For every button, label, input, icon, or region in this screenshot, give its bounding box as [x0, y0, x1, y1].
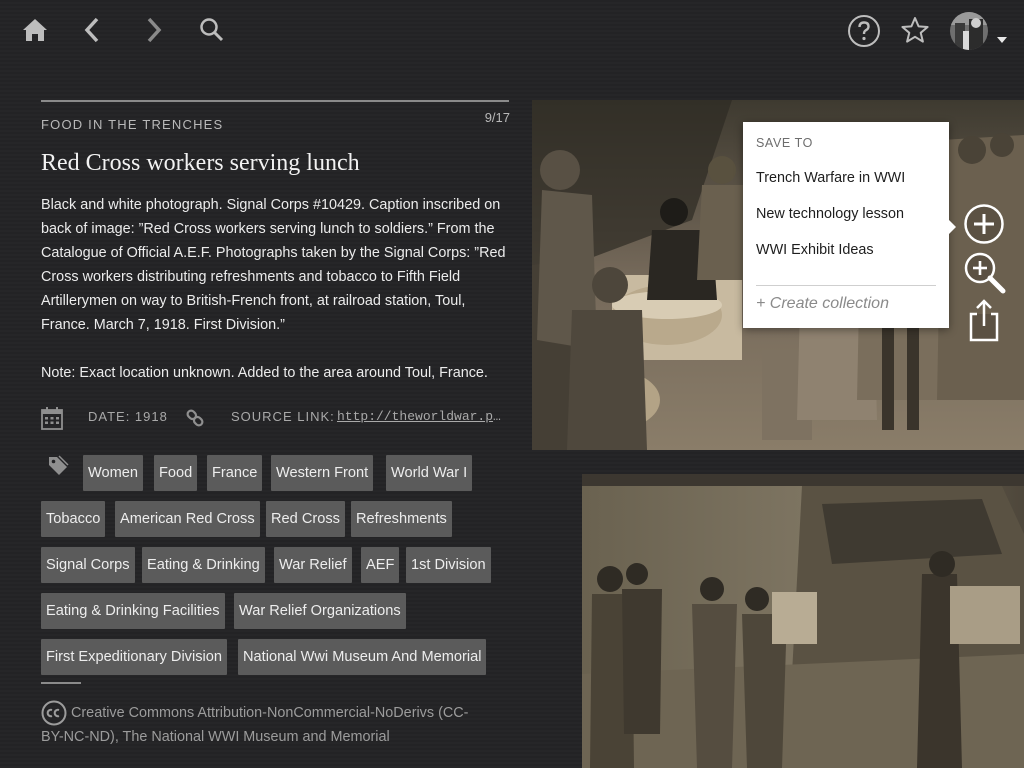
link-icon — [183, 406, 207, 435]
star-icon[interactable] — [899, 14, 931, 46]
tag-chip[interactable]: War Relief Organizations — [234, 593, 406, 629]
source-label: SOURCE LINK: — [231, 409, 335, 424]
tag-chip[interactable]: National Wwi Museum And Memorial — [238, 639, 487, 675]
item-title: Red Cross workers serving lunch — [41, 150, 360, 176]
save-to-popup: SAVE TO Trench Warfare in WWI New techno… — [743, 122, 949, 328]
forward-icon[interactable] — [138, 14, 170, 46]
collection-title[interactable]: FOOD IN THE TRENCHES — [41, 117, 223, 132]
tag-chip[interactable]: Food — [154, 455, 198, 491]
share-icon[interactable] — [962, 298, 1006, 342]
popup-divider — [756, 285, 936, 286]
tag-chip[interactable]: Tobacco — [41, 501, 106, 537]
popup-pointer — [949, 220, 956, 234]
create-collection-button[interactable]: + Create collection — [756, 295, 889, 313]
tag-chip[interactable]: Eating & Drinking — [142, 547, 265, 583]
tag-chip[interactable]: Red Cross — [266, 501, 345, 537]
top-divider — [41, 100, 509, 102]
item-counter: 9/17 — [484, 110, 510, 125]
item-description: Black and white photograph. Signal Corps… — [41, 197, 506, 333]
search-icon[interactable] — [196, 14, 228, 46]
add-circle-icon[interactable] — [962, 202, 1006, 246]
tag-chip[interactable]: AEF — [361, 547, 400, 583]
bottom-divider — [41, 682, 81, 684]
tag-chip[interactable]: First Expeditionary Division — [41, 639, 227, 675]
tag-chip[interactable]: Signal Corps — [41, 547, 135, 583]
top-bar — [0, 0, 1024, 62]
collection-item[interactable]: New technology lesson — [756, 206, 904, 222]
item-note: Note: Exact location unknown. Added to t… — [41, 365, 488, 381]
tag-chip[interactable]: Refreshments — [351, 501, 452, 537]
popup-heading: SAVE TO — [756, 136, 814, 150]
tag-chip[interactable]: France — [207, 455, 263, 491]
source-link[interactable]: http://theworldwar.pa… — [337, 409, 505, 424]
tag-chip[interactable]: World War I — [386, 455, 473, 491]
license-text: Creative Commons Attribution-NonCommerci… — [41, 705, 469, 745]
tag-chip[interactable]: Women — [83, 455, 144, 491]
avatar[interactable] — [949, 11, 989, 51]
zoom-in-icon[interactable] — [962, 250, 1006, 294]
tag-chip[interactable]: Western Front — [271, 455, 374, 491]
date-label: DATE: 1918 — [88, 409, 168, 424]
home-icon[interactable] — [19, 14, 51, 46]
tag-chip[interactable]: War Relief — [274, 547, 352, 583]
tag-chip[interactable]: Eating & Drinking Facilities — [41, 593, 225, 629]
tag-icon — [47, 455, 69, 482]
back-icon[interactable] — [76, 14, 108, 46]
calendar-icon — [41, 406, 63, 435]
tag-chip[interactable]: American Red Cross — [115, 501, 260, 537]
metadata-row: DATE: 1918 SOURCE LINK: http://theworldw… — [41, 405, 511, 431]
caret-down-icon[interactable] — [992, 30, 1012, 50]
second-photo[interactable] — [582, 474, 1024, 768]
collection-item[interactable]: WWI Exhibit Ideas — [756, 242, 874, 258]
help-icon[interactable] — [847, 14, 881, 48]
collection-item[interactable]: Trench Warfare in WWI — [756, 170, 905, 186]
tag-chip[interactable]: 1st Division — [406, 547, 491, 583]
